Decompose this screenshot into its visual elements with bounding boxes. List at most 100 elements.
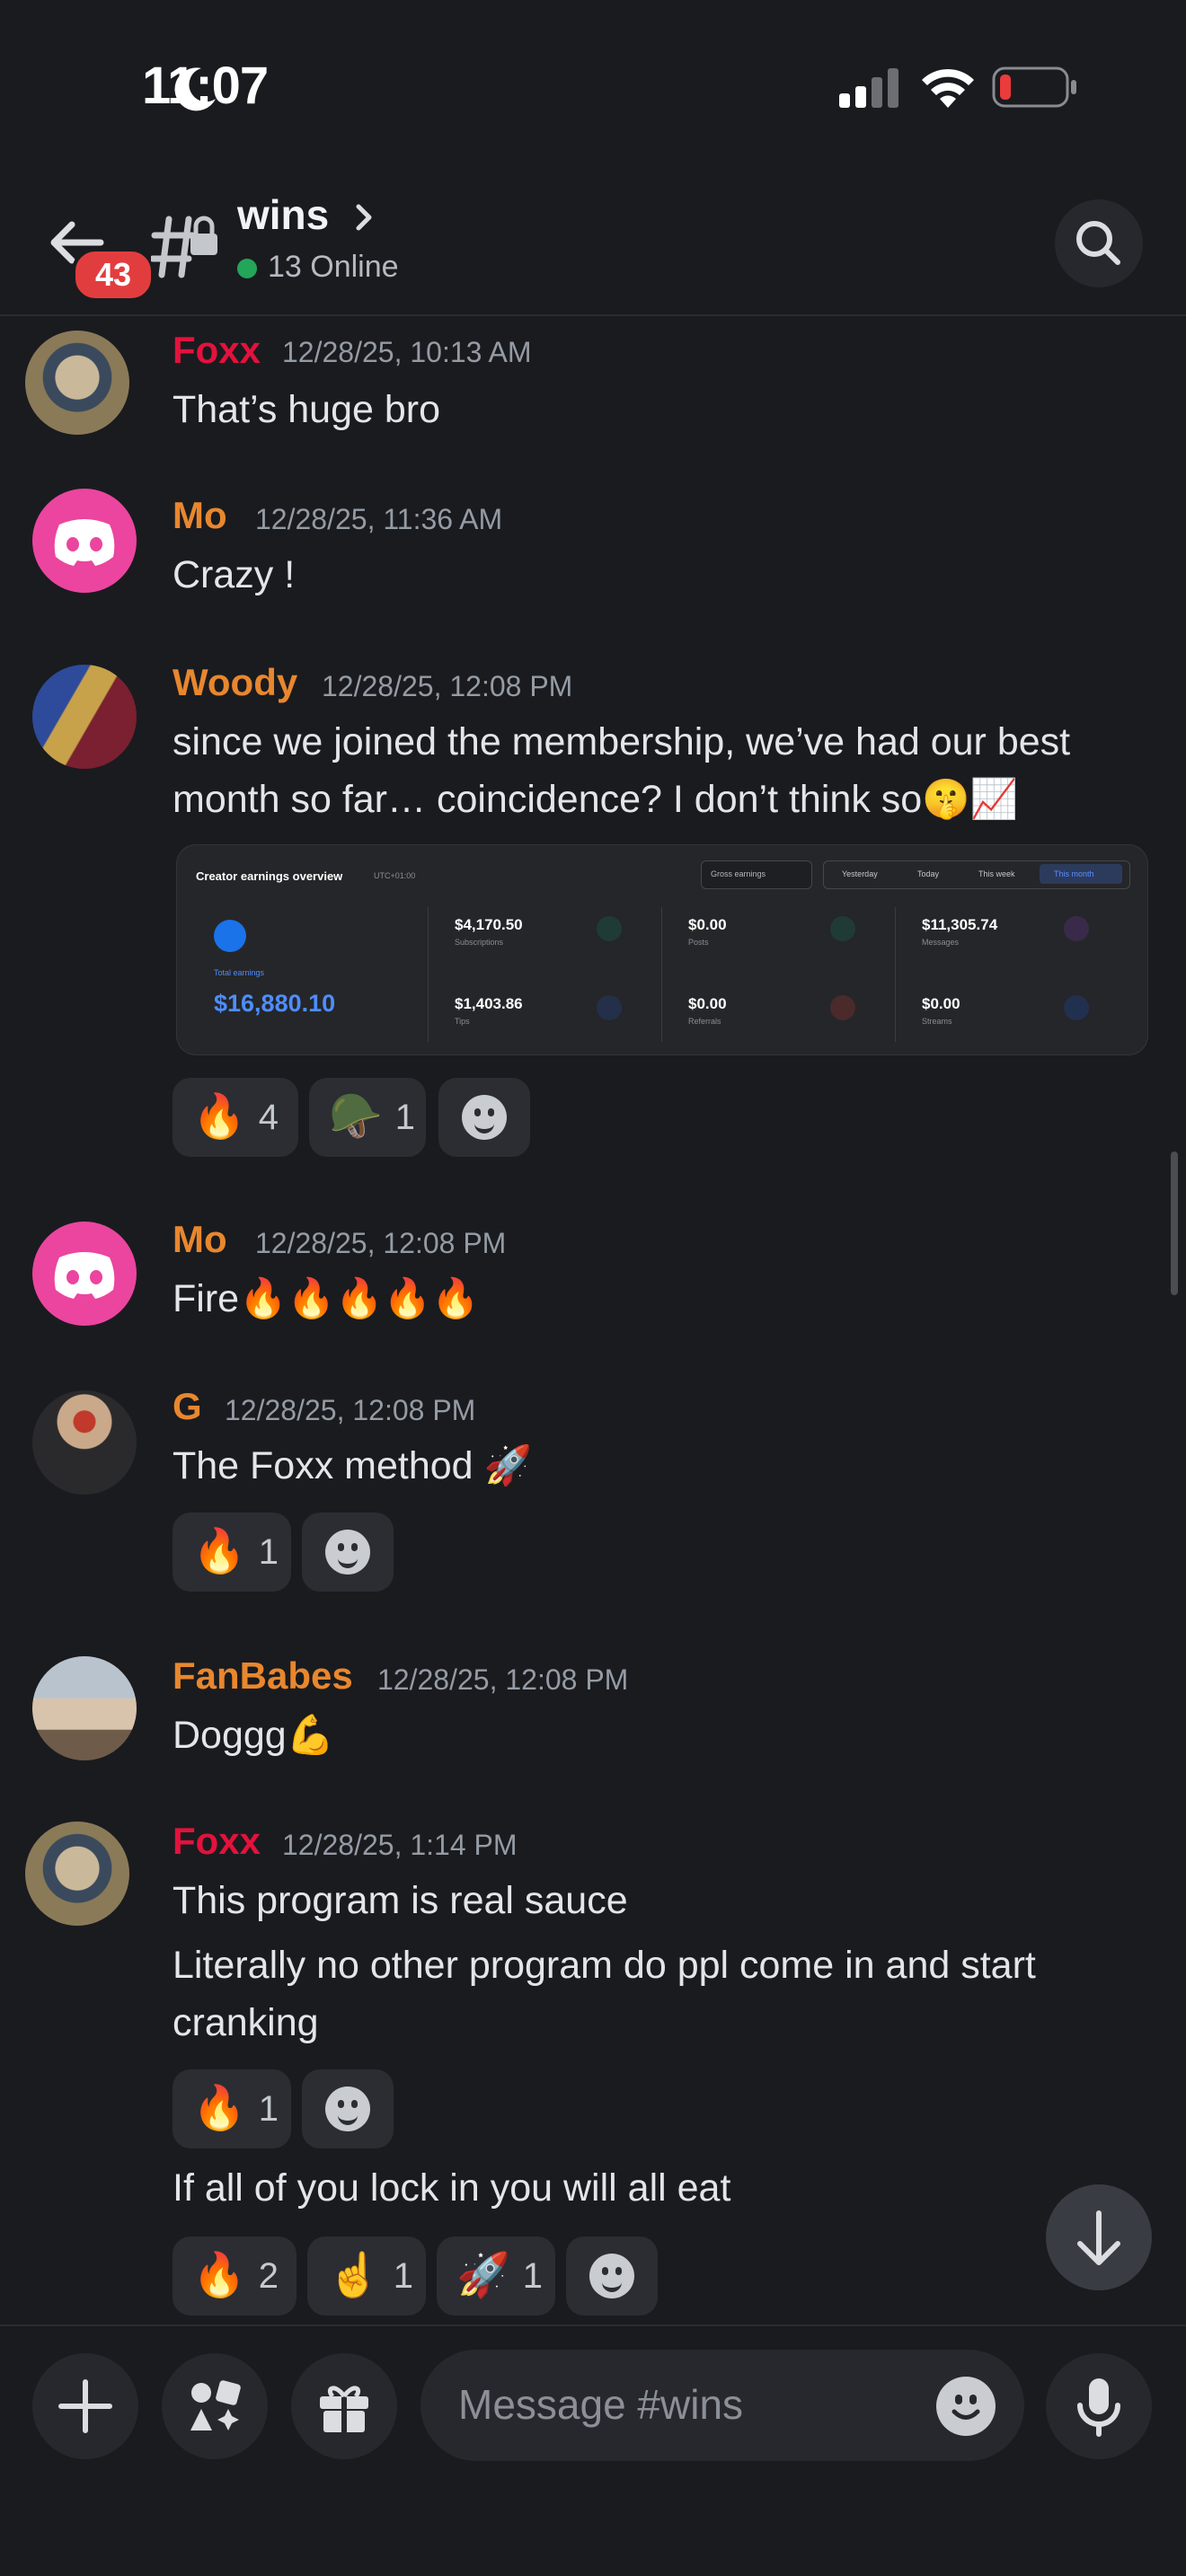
message-author[interactable]: Woody [173, 661, 297, 704]
message-author[interactable]: Foxx [173, 1820, 261, 1863]
tab-this-week[interactable]: This week [978, 869, 1015, 878]
avatar-fanbabes[interactable] [32, 1656, 137, 1760]
reaction-count: 1 [393, 2255, 414, 2296]
cellular-signal-icon [839, 68, 898, 108]
add-reaction-button[interactable] [302, 1513, 394, 1592]
locked-channel-icon [151, 216, 217, 278]
message-text: Doggg💪 [173, 1714, 335, 1757]
messages-label: Messages [922, 938, 960, 947]
add-reaction-button[interactable] [438, 1078, 530, 1157]
subscriptions-label: Subscriptions [455, 938, 504, 947]
avatar-foxx[interactable] [25, 331, 129, 435]
tab-yesterday[interactable]: Yesterday [842, 869, 878, 878]
message-timestamp: 12/28/25, 12:08 PM [255, 1227, 507, 1259]
wifi-icon [922, 68, 974, 108]
add-attachment-button[interactable] [32, 2353, 138, 2459]
streams-value: $0.00 [922, 995, 960, 1012]
add-reaction-icon [325, 1530, 370, 1575]
apps-icon [190, 2380, 241, 2430]
reaction-fire[interactable]: 🔥 1 [173, 2069, 291, 2148]
chevron-right-icon[interactable] [350, 199, 377, 235]
fire-emoji: 🔥 [192, 1093, 246, 1141]
avatar-default-discord[interactable] [32, 1222, 137, 1326]
gift-icon [320, 2386, 368, 2432]
streams-icon [1064, 995, 1089, 1020]
reaction-count: 1 [258, 1531, 279, 1572]
message-author[interactable]: Foxx [173, 329, 261, 372]
avatar-default-discord[interactable] [32, 489, 137, 593]
posts-value: $0.00 [688, 916, 727, 933]
reaction-fire[interactable]: 🔥 4 [173, 1078, 298, 1157]
message-text: Fire🔥🔥🔥🔥🔥 [173, 1277, 480, 1320]
message-text: That’s huge bro [173, 388, 441, 431]
divider [661, 907, 662, 1042]
emoji-picker-button[interactable] [936, 2377, 996, 2436]
avatar-woody[interactable] [32, 665, 137, 769]
unread-badge: 43 [72, 248, 155, 302]
reaction-rocket[interactable]: 🚀 1 [437, 2236, 555, 2316]
gift-button[interactable] [291, 2353, 397, 2459]
message-author[interactable]: FanBabes [173, 1654, 353, 1698]
scrollbar-thumb[interactable] [1171, 1151, 1178, 1295]
search-button[interactable] [1055, 199, 1143, 287]
message-text: cranking [173, 2001, 319, 2044]
message-text: This program is real sauce [173, 1879, 628, 1922]
messages-icon [1064, 916, 1089, 941]
gross-earnings-dropdown[interactable]: Gross earnings [701, 860, 812, 889]
streams-label: Streams [922, 1017, 952, 1026]
message-timestamp: 12/28/25, 11:36 AM [255, 503, 503, 535]
plus-icon [58, 2379, 112, 2433]
add-reaction-icon [325, 2086, 370, 2131]
avatar-g[interactable] [32, 1390, 137, 1495]
header-divider [0, 314, 1186, 316]
online-count: 13 Online [268, 250, 399, 284]
message-text: month so far… coincidence? I don’t think… [173, 778, 1019, 821]
reaction-fire[interactable]: 🔥 2 [173, 2236, 296, 2316]
reaction-point-up[interactable]: ☝️ 1 [307, 2236, 426, 2316]
fire-emoji: 🔥 [192, 2252, 246, 2299]
avatar-foxx[interactable] [25, 1822, 129, 1926]
message-text: since we joined the membership, we’ve ha… [173, 720, 1071, 763]
helmet-emoji: 🪖 [329, 1093, 383, 1141]
tab-today[interactable]: Today [917, 869, 939, 878]
message-author[interactable]: Mo [173, 494, 227, 537]
messages-value: $11,305.74 [922, 916, 998, 933]
voice-message-button[interactable] [1046, 2353, 1152, 2459]
channel-name[interactable]: wins [237, 190, 329, 239]
divider [895, 907, 896, 1042]
moon-icon [174, 67, 216, 111]
apps-button[interactable] [162, 2353, 268, 2459]
add-reaction-button[interactable] [302, 2069, 394, 2148]
message-timestamp: 12/28/25, 12:08 PM [225, 1394, 476, 1426]
microphone-icon [1077, 2378, 1120, 2437]
battery-low-icon [992, 66, 1076, 108]
tab-this-month[interactable]: This month [1040, 864, 1122, 884]
message-text: If all of you lock in you will all eat [173, 2166, 731, 2210]
reaction-helmet[interactable]: 🪖 1 [309, 1078, 426, 1157]
smiley-icon [951, 2395, 980, 2420]
jump-to-present-button[interactable] [1046, 2184, 1152, 2290]
discord-logo-icon [54, 519, 115, 566]
message-timestamp: 12/28/25, 12:08 PM [377, 1663, 629, 1696]
point-up-emoji: ☝️ [327, 2252, 381, 2299]
add-reaction-icon [462, 1095, 507, 1140]
message-author[interactable]: Mo [173, 1218, 227, 1261]
attachment-image-earnings[interactable]: Creator earnings overview UTC+01:00 Gros… [176, 844, 1148, 1055]
earnings-timezone: UTC+01:00 [374, 871, 416, 880]
divider [428, 907, 429, 1042]
reaction-count: 1 [394, 1097, 416, 1137]
earnings-title: Creator earnings overview [196, 869, 343, 883]
message-text: Literally no other program do ppl come i… [173, 1944, 1036, 1987]
reaction-fire[interactable]: 🔥 1 [173, 1513, 291, 1592]
message-author[interactable]: G [173, 1385, 202, 1428]
add-reaction-icon [589, 2254, 634, 2298]
referrals-icon [830, 995, 855, 1020]
online-indicator [237, 259, 257, 278]
add-reaction-button[interactable] [566, 2236, 658, 2316]
message-timestamp: 12/28/25, 12:08 PM [322, 670, 573, 702]
message-timestamp: 12/28/25, 1:14 PM [282, 1829, 518, 1861]
subscriptions-value: $4,170.50 [455, 916, 523, 933]
tips-icon [597, 995, 622, 1020]
referrals-label: Referrals [688, 1017, 721, 1026]
rocket-emoji: 🚀 [456, 2252, 510, 2299]
